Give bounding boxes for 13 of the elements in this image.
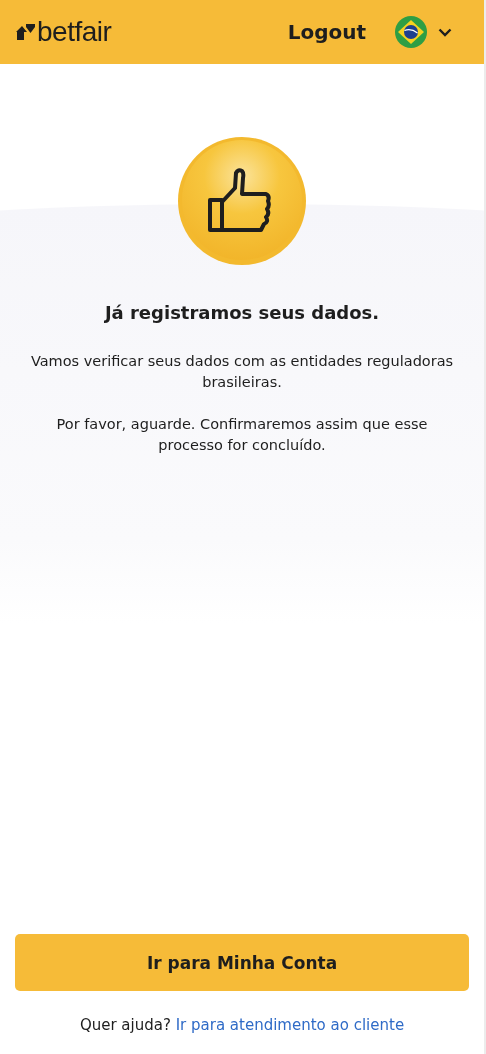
logo-icon xyxy=(16,23,36,41)
info-paragraph: Vamos verificar seus dados com as entidades reguladoras brasileiras. xyxy=(29,352,455,392)
chevron-down-icon xyxy=(438,27,452,37)
customer-service-link[interactable]: Ir para atendimento ao cliente xyxy=(175,1016,405,1034)
logo-text: betfair xyxy=(37,18,112,46)
info-paragraph: Por favor, aguarde. Confirmaremos assim que esse processo for concluído. xyxy=(55,415,429,455)
confirmation-title: Já registramos seus dados. xyxy=(104,302,380,323)
language-selector[interactable] xyxy=(394,15,452,49)
thumbs-up-icon xyxy=(177,136,307,266)
help-text: Quer ajuda? Ir para atendimento ao cliente xyxy=(79,1016,405,1034)
flag-icon xyxy=(394,15,428,49)
my-account-button[interactable]: Ir para Minha Conta xyxy=(15,934,469,991)
logout-link[interactable]: Logout xyxy=(287,20,366,44)
